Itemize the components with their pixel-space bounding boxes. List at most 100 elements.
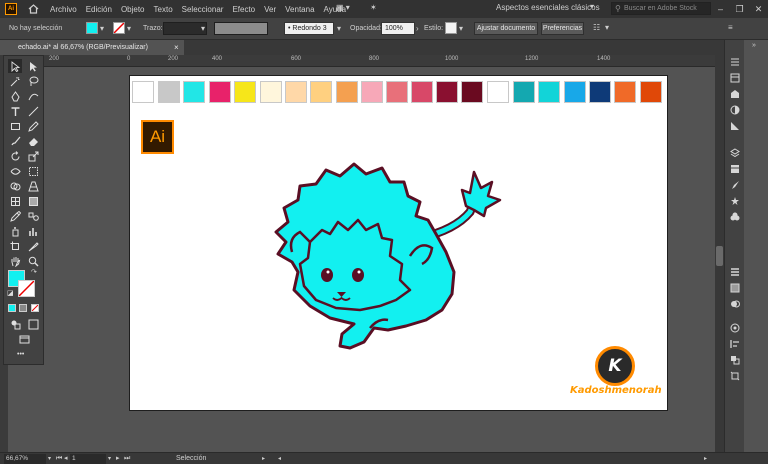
palette-swatch[interactable] <box>260 81 282 103</box>
magic-wand-icon[interactable] <box>8 74 22 88</box>
last-artboard-icon[interactable]: ⏭ <box>124 454 130 464</box>
brush-definition-field[interactable]: • Redondo 3 ... <box>284 22 334 43</box>
artboard-tool-icon[interactable] <box>8 239 22 253</box>
paintbrush-icon[interactable] <box>8 134 22 148</box>
scrollbar-thumb[interactable] <box>716 246 723 266</box>
graphic-style-swatch[interactable] <box>445 22 457 34</box>
zoom-field[interactable]: 66,67% <box>4 454 46 464</box>
shape-builder-icon[interactable] <box>8 179 22 193</box>
palette-swatch[interactable] <box>538 81 560 103</box>
libraries-icon[interactable] <box>728 72 742 84</box>
color-panel-icon[interactable] <box>728 88 742 100</box>
eyedropper-icon[interactable] <box>8 209 22 223</box>
mesh-tool-icon[interactable] <box>8 194 22 208</box>
scale-tool-icon[interactable] <box>26 149 40 163</box>
chevron-down-icon[interactable]: ▾ <box>605 23 609 32</box>
line-tool-icon[interactable] <box>26 104 40 118</box>
pencil-tool-icon[interactable] <box>26 119 40 133</box>
palette-swatch[interactable] <box>158 81 180 103</box>
type-tool-icon[interactable] <box>8 104 22 118</box>
palette-swatch[interactable] <box>183 81 205 103</box>
draw-mode-icon[interactable] <box>8 317 22 331</box>
appearance-icon[interactable] <box>728 322 742 334</box>
symbols-icon[interactable] <box>728 195 742 207</box>
chevron-down-icon[interactable]: ▾ <box>48 454 51 464</box>
chevron-down-icon[interactable]: ▾ <box>108 454 111 464</box>
menu-edicion[interactable]: Edición <box>86 5 112 14</box>
align-icon[interactable] <box>728 338 742 350</box>
close-button[interactable]: ✕ <box>749 0 768 18</box>
brushes-icon[interactable] <box>728 179 742 191</box>
color-guide-icon[interactable] <box>728 104 742 116</box>
graphic-styles-icon[interactable] <box>728 211 742 223</box>
fill-swatch[interactable] <box>86 22 98 34</box>
palette-swatch[interactable] <box>640 81 662 103</box>
palette-swatch[interactable] <box>614 81 636 103</box>
swap-fill-stroke-icon[interactable]: ↷ <box>31 268 37 276</box>
stroke-label[interactable]: Trazo: <box>143 25 163 32</box>
home-icon[interactable] <box>25 2 41 16</box>
swatches-icon[interactable] <box>728 120 742 132</box>
palette-swatch[interactable] <box>564 81 586 103</box>
palette-swatch[interactable] <box>589 81 611 103</box>
stroke-panel-icon[interactable] <box>728 266 742 278</box>
document-tab[interactable]: echado.ai* al 66,67% (RGB/Previsualizar)… <box>0 40 184 55</box>
minimize-button[interactable]: – <box>711 0 730 18</box>
eraser-icon[interactable] <box>26 134 40 148</box>
arrange-documents-icon[interactable]: ▦ ▾ <box>336 3 350 12</box>
chevron-down-icon[interactable]: ▾ <box>590 2 594 11</box>
selection-tool-icon[interactable] <box>8 59 22 73</box>
properties-icon[interactable] <box>728 56 742 68</box>
collapse-panels-icon[interactable]: » <box>752 42 756 49</box>
palette-swatch[interactable] <box>361 81 383 103</box>
color-mode-icon[interactable] <box>8 304 16 312</box>
chevron-right-icon[interactable]: › <box>416 24 419 33</box>
menu-efecto[interactable]: Efecto <box>232 5 255 14</box>
palette-swatch[interactable] <box>513 81 535 103</box>
menu-seleccionar[interactable]: Seleccionar <box>182 5 224 14</box>
slice-tool-icon[interactable] <box>26 239 40 253</box>
lasso-icon[interactable] <box>26 74 40 88</box>
gradient-panel-icon[interactable] <box>728 282 742 294</box>
transparency-icon[interactable] <box>728 298 742 310</box>
curvature-icon[interactable] <box>26 89 40 103</box>
menu-objeto[interactable]: Objeto <box>121 5 145 14</box>
zoom-tool-icon[interactable] <box>26 254 40 268</box>
palette-swatch[interactable] <box>209 81 231 103</box>
gpu-icon[interactable]: ✶ <box>370 3 377 12</box>
column-graph-icon[interactable] <box>26 224 40 238</box>
palette-swatch[interactable] <box>285 81 307 103</box>
width-tool-icon[interactable] <box>8 164 22 178</box>
chevron-down-icon[interactable]: ▾ <box>337 24 341 33</box>
menu-archivo[interactable]: Archivo <box>50 5 77 14</box>
default-colors-icon[interactable]: ◪ <box>7 289 14 297</box>
palette-swatch[interactable] <box>336 81 358 103</box>
artboards-icon[interactable] <box>728 163 742 175</box>
variable-width-profile[interactable] <box>214 22 268 35</box>
blend-tool-icon[interactable] <box>26 209 40 223</box>
lion-illustration[interactable] <box>270 160 515 360</box>
pathfinder-icon[interactable] <box>728 354 742 366</box>
screen-mode-icon[interactable] <box>17 332 31 346</box>
palette-swatch[interactable] <box>411 81 433 103</box>
chevron-down-icon[interactable]: ▾ <box>459 24 463 33</box>
close-icon[interactable]: × <box>174 40 179 55</box>
next-artboard-icon[interactable]: ▸ <box>116 454 120 464</box>
rectangle-tool-icon[interactable] <box>8 119 22 133</box>
palette-swatch[interactable] <box>132 81 154 103</box>
document-setup-button[interactable]: Ajustar documento <box>474 22 538 35</box>
more-tools-icon[interactable]: ••• <box>17 351 24 358</box>
maximize-button[interactable]: ❐ <box>730 0 749 18</box>
panel-menu-icon[interactable]: ≡ <box>728 23 733 32</box>
status-menu-icon[interactable]: ▸ <box>262 454 265 464</box>
palette-swatch[interactable] <box>461 81 483 103</box>
gradient-mode-icon[interactable] <box>19 304 27 312</box>
palette-swatch[interactable] <box>234 81 256 103</box>
scroll-left-icon[interactable]: ◂ <box>278 454 281 464</box>
symbol-sprayer-icon[interactable] <box>8 224 22 238</box>
pen-tool-icon[interactable] <box>8 89 22 103</box>
palette-swatch[interactable] <box>487 81 509 103</box>
menu-ventana[interactable]: Ventana <box>285 5 314 14</box>
first-artboard-icon[interactable]: ⏮ <box>56 454 62 464</box>
scroll-right-icon[interactable]: ▸ <box>704 454 707 464</box>
